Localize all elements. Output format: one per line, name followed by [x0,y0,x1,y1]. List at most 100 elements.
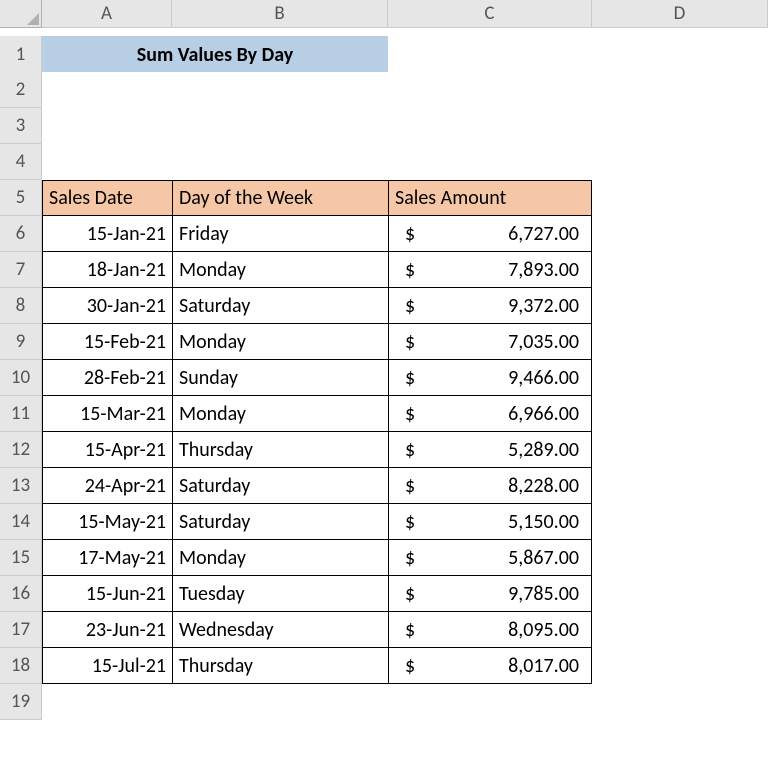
cell-C1[interactable] [388,36,592,74]
cell-D4[interactable] [592,144,768,180]
cell-D1[interactable] [592,36,768,74]
table-row[interactable]: Saturday [172,504,388,540]
cell-D13[interactable] [592,468,768,504]
table-row[interactable]: $9,372.00 [388,288,592,324]
table-row[interactable]: Thursday [172,432,388,468]
cell-D9[interactable] [592,324,768,360]
cell-D12[interactable] [592,432,768,468]
table-row[interactable]: $6,727.00 [388,216,592,252]
table-row[interactable]: $5,867.00 [388,540,592,576]
table-row[interactable]: 15-Jul-21 [42,648,172,684]
cell-A19[interactable] [42,684,172,720]
row-header-7[interactable]: 7 [0,252,42,288]
table-row[interactable]: 17-May-21 [42,540,172,576]
row-header-19[interactable]: 19 [0,684,42,720]
row-header-3[interactable]: 3 [0,108,42,144]
row-header-12[interactable]: 12 [0,432,42,468]
cell-D3[interactable] [592,108,768,144]
cell-D17[interactable] [592,612,768,648]
cell-A3[interactable] [42,108,172,144]
table-row[interactable]: $5,289.00 [388,432,592,468]
row-header-11[interactable]: 11 [0,396,42,432]
table-row[interactable]: Friday [172,216,388,252]
table-row[interactable]: 24-Apr-21 [42,468,172,504]
cell-D15[interactable] [592,540,768,576]
cell-B19[interactable] [172,684,388,720]
table-row[interactable]: Saturday [172,288,388,324]
column-header-C[interactable]: C [388,0,592,28]
cell-A4[interactable] [42,144,172,180]
table-row[interactable]: 28-Feb-21 [42,360,172,396]
spreadsheet-grid[interactable]: A B C D 1 Sum Values By Day 2 3 4 5 Sale… [0,0,768,720]
row-header-16[interactable]: 16 [0,576,42,612]
cell-B4[interactable] [172,144,388,180]
table-row[interactable]: $8,095.00 [388,612,592,648]
cell-C2[interactable] [388,72,592,108]
table-row[interactable]: Monday [172,396,388,432]
row-header-1[interactable]: 1 [0,36,42,74]
table-row[interactable]: $8,228.00 [388,468,592,504]
cell-C3[interactable] [388,108,592,144]
cell-D14[interactable] [592,504,768,540]
table-row[interactable]: 15-Mar-21 [42,396,172,432]
table-row[interactable]: Thursday [172,648,388,684]
row-header-9[interactable]: 9 [0,324,42,360]
cell-D16[interactable] [592,576,768,612]
cell-D5[interactable] [592,180,768,216]
title-cell[interactable]: Sum Values By Day [42,36,388,74]
table-row[interactable]: Sunday [172,360,388,396]
table-row[interactable]: Monday [172,540,388,576]
cell-C19[interactable] [388,684,592,720]
table-header-sales-date[interactable]: Sales Date [42,180,172,216]
table-row[interactable]: Monday [172,324,388,360]
column-header-A[interactable]: A [42,0,172,28]
cell-D11[interactable] [592,396,768,432]
column-header-D[interactable]: D [592,0,768,28]
row-header-6[interactable]: 6 [0,216,42,252]
cell-D18[interactable] [592,648,768,684]
table-row[interactable]: 30-Jan-21 [42,288,172,324]
row-header-10[interactable]: 10 [0,360,42,396]
table-row[interactable]: 15-Jun-21 [42,576,172,612]
table-row[interactable]: $9,466.00 [388,360,592,396]
row-header-2[interactable]: 2 [0,72,42,108]
cell-D7[interactable] [592,252,768,288]
table-row[interactable]: $5,150.00 [388,504,592,540]
table-row[interactable]: $6,966.00 [388,396,592,432]
cell-D2[interactable] [592,72,768,108]
table-row[interactable]: 23-Jun-21 [42,612,172,648]
cell-B2[interactable] [172,72,388,108]
table-row[interactable]: Wednesday [172,612,388,648]
row-header-8[interactable]: 8 [0,288,42,324]
table-row[interactable]: 15-Feb-21 [42,324,172,360]
row-header-5[interactable]: 5 [0,180,42,216]
table-row[interactable]: $8,017.00 [388,648,592,684]
row-header-4[interactable]: 4 [0,144,42,180]
column-header-B[interactable]: B [172,0,388,28]
cell-C4[interactable] [388,144,592,180]
table-header-day-of-week[interactable]: Day of the Week [172,180,388,216]
row-header-13[interactable]: 13 [0,468,42,504]
table-row[interactable]: 15-Apr-21 [42,432,172,468]
table-row[interactable]: Saturday [172,468,388,504]
cell-D19[interactable] [592,684,768,720]
table-header-sales-amount[interactable]: Sales Amount [388,180,592,216]
table-row[interactable]: $7,035.00 [388,324,592,360]
cell-A2[interactable] [42,72,172,108]
table-row[interactable]: 18-Jan-21 [42,252,172,288]
row-header-15[interactable]: 15 [0,540,42,576]
row-header-18[interactable]: 18 [0,648,42,684]
row-header-14[interactable]: 14 [0,504,42,540]
select-all-corner[interactable] [0,0,42,28]
cell-D10[interactable] [592,360,768,396]
table-row[interactable]: Tuesday [172,576,388,612]
cell-D6[interactable] [592,216,768,252]
row-header-17[interactable]: 17 [0,612,42,648]
cell-D8[interactable] [592,288,768,324]
table-row[interactable]: Monday [172,252,388,288]
table-row[interactable]: $7,893.00 [388,252,592,288]
table-row[interactable]: $9,785.00 [388,576,592,612]
cell-B3[interactable] [172,108,388,144]
table-row[interactable]: 15-Jan-21 [42,216,172,252]
table-row[interactable]: 15-May-21 [42,504,172,540]
